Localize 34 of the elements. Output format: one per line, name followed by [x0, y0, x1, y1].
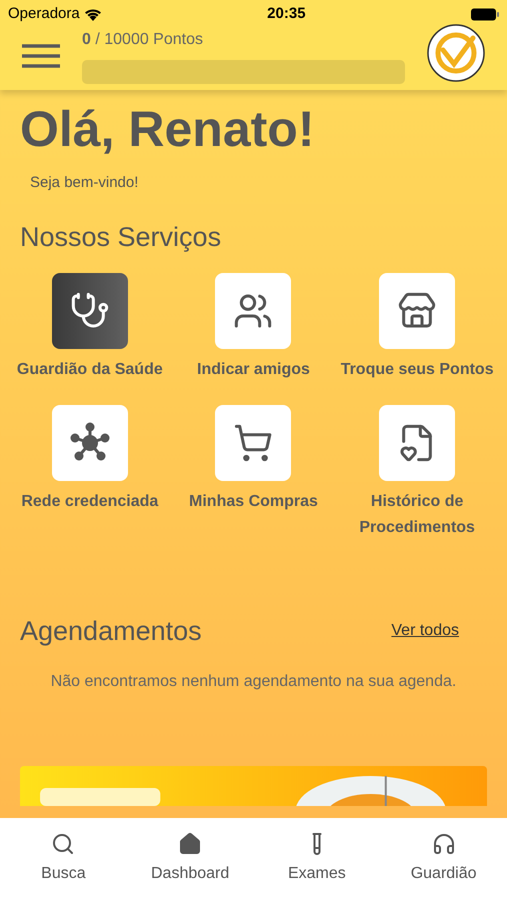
empty-message: Não encontramos nenhum agendamento na sua agenda.	[50, 672, 458, 692]
service-label: Rede credenciada	[20, 492, 160, 512]
welcome-subtitle: Seja bem-vindo!	[30, 173, 140, 193]
section-title: Nossos Serviços	[20, 220, 222, 254]
service-label: Guardião da Saúde	[16, 360, 164, 380]
tab-item[interactable]: Guardião	[380, 832, 507, 886]
tab-item[interactable]: Dashboard	[126, 832, 254, 886]
service-label: Minhas Compras	[188, 492, 319, 512]
menu-button[interactable]	[22, 43, 60, 69]
service-label: Histórico de Procedimentos	[358, 492, 476, 538]
menu-icon	[22, 43, 60, 69]
carrier-name: Operadora	[8, 4, 80, 24]
service-item[interactable]: Rede credenciada	[8, 405, 172, 541]
home-icon	[178, 832, 202, 856]
greeting-title: Olá, Renato!	[20, 104, 316, 154]
cart-icon	[233, 423, 274, 463]
wifi-icon	[84, 8, 102, 20]
points-label: 0 / 10000 Pontos	[82, 30, 204, 50]
service-item[interactable]: Histórico de Procedimentos	[335, 405, 499, 541]
battery-icon	[471, 8, 499, 20]
service-item[interactable]: Indicar amigos	[172, 273, 336, 383]
section-title: Agendamentos	[20, 615, 202, 648]
check-logo-icon[interactable]	[427, 24, 485, 82]
see-all-link[interactable]: Ver todos	[391, 619, 459, 644]
service-item[interactable]: Guardião da Saúde	[8, 273, 172, 383]
service-label: Indicar amigos	[196, 360, 311, 380]
clock-time: 20:35	[267, 4, 306, 24]
service-label: Troque seus Pontos	[340, 360, 495, 380]
headset-icon	[432, 832, 456, 856]
service-item[interactable]: Minhas Compras	[172, 405, 336, 541]
service-item[interactable]: Troque seus Pontos	[335, 273, 499, 383]
tab-item[interactable]: Exames	[254, 832, 380, 886]
search-icon	[51, 832, 76, 856]
tab-item[interactable]: Busca	[0, 832, 127, 886]
